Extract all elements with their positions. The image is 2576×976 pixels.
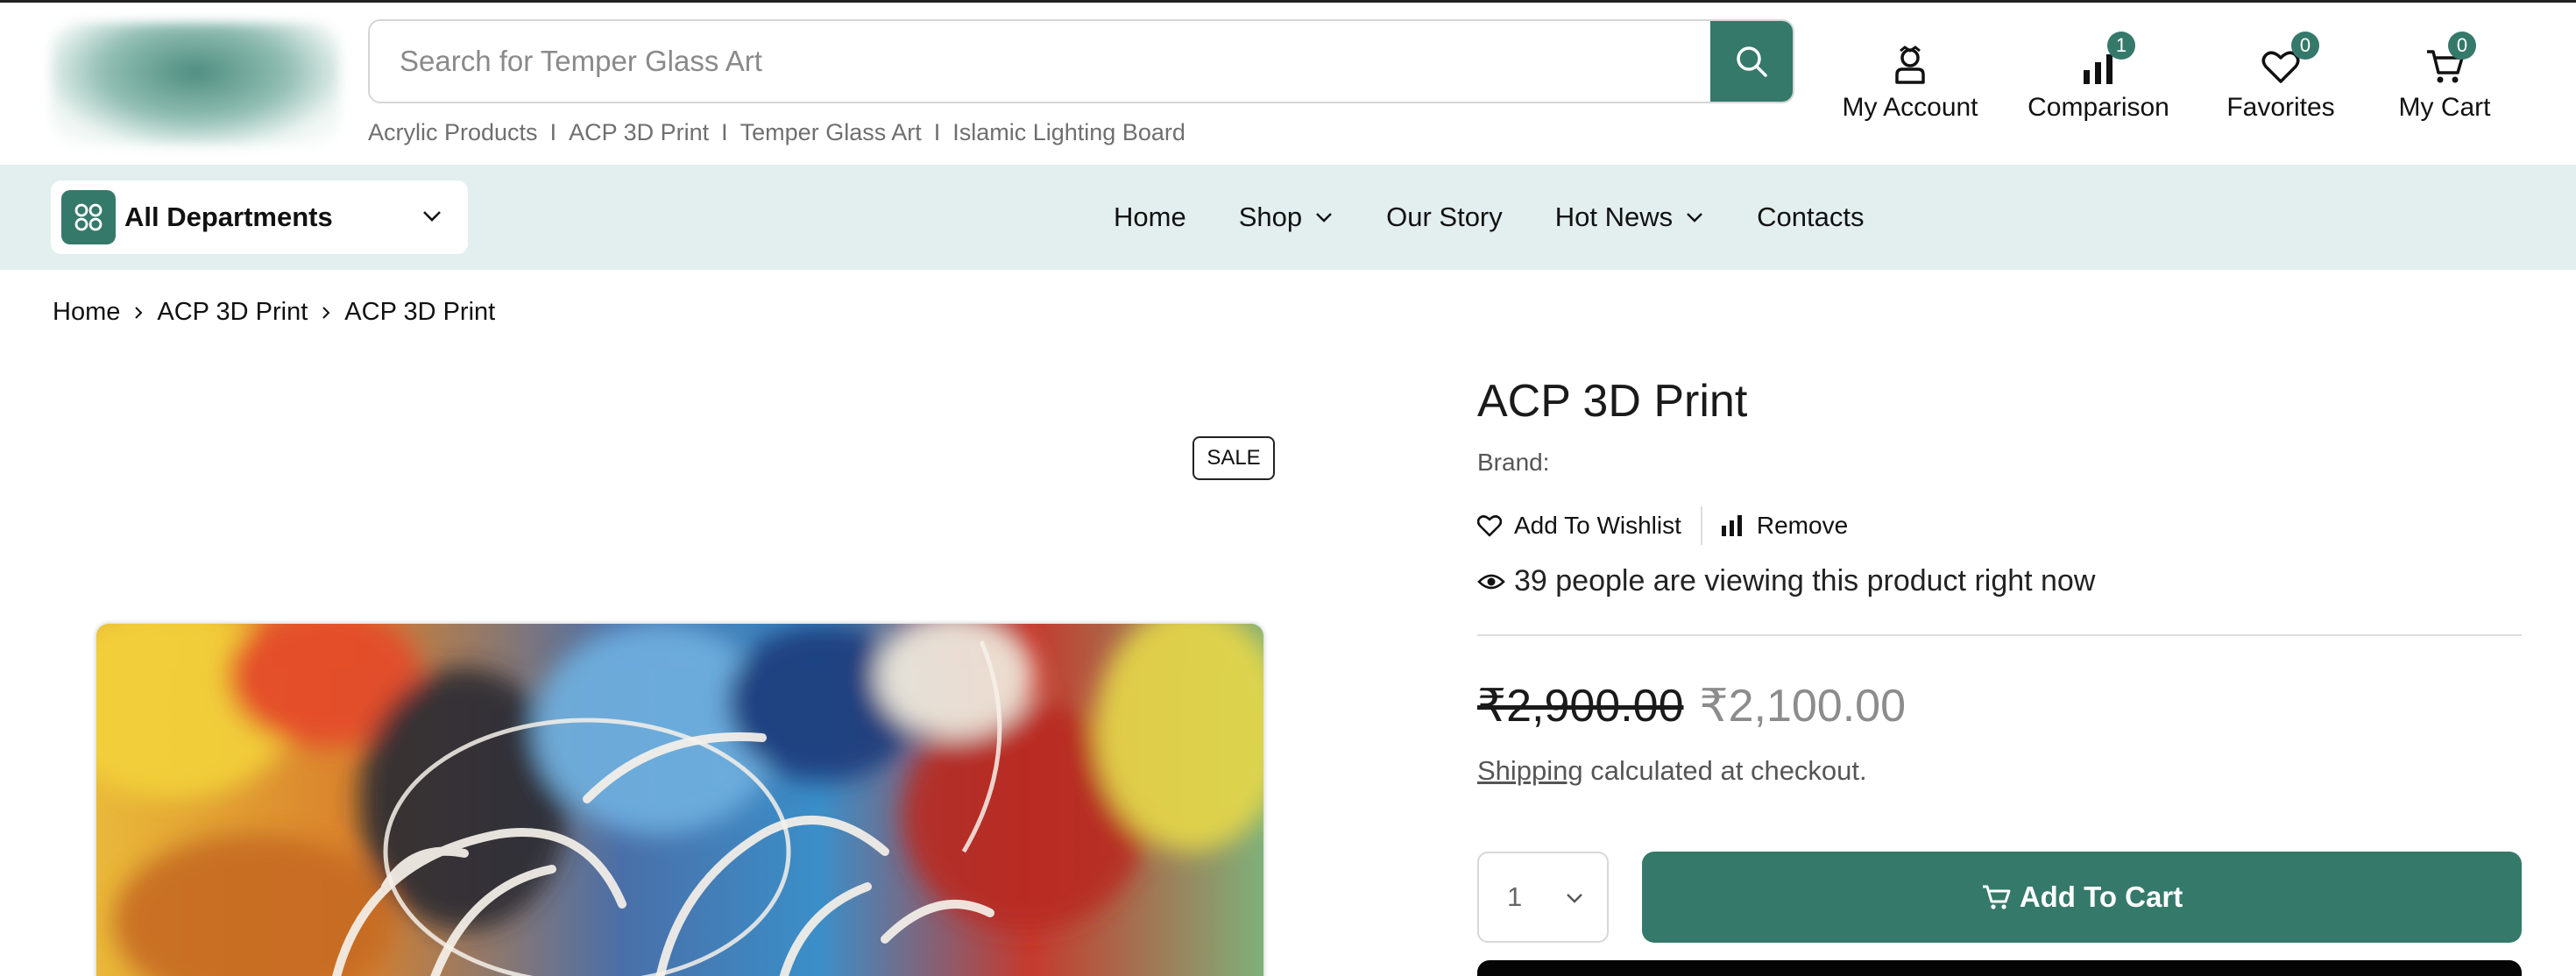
add-to-cart-button[interactable]: Add To Cart xyxy=(1642,852,2522,943)
search-icon xyxy=(1737,46,1767,77)
nav-hot-news[interactable]: Hot News xyxy=(1555,202,1704,233)
brand-label: Brand: xyxy=(1477,449,1550,476)
add-to-cart-label: Add To Cart xyxy=(2019,881,2183,913)
chevron-right-icon xyxy=(322,306,330,319)
departments-grid-icon xyxy=(61,190,116,244)
shipping-link[interactable]: Shipping xyxy=(1477,755,1583,786)
search-bar xyxy=(368,19,1794,103)
my-cart-button[interactable]: 0 My Cart xyxy=(2385,32,2504,123)
cart-count-badge: 0 xyxy=(2448,32,2476,60)
all-departments-label: All Departments xyxy=(124,202,333,232)
quick-link[interactable]: Acrylic Products xyxy=(368,119,538,146)
main-navigation: All Departments Home Shop Our Story Hot … xyxy=(0,165,2576,270)
breadcrumb-category[interactable]: ACP 3D Print xyxy=(157,298,308,327)
nav-home[interactable]: Home xyxy=(1114,202,1186,233)
my-account-label: My Account xyxy=(1842,93,1978,122)
quantity-value: 1 xyxy=(1507,881,1523,912)
sale-price: ₹2,100.00 xyxy=(1699,681,1907,732)
product-title: ACP 3D Print xyxy=(1477,376,1748,427)
search-button[interactable] xyxy=(1710,21,1793,102)
breadcrumb-home[interactable]: Home xyxy=(53,298,120,327)
user-icon xyxy=(1895,46,1925,84)
nav-our-story[interactable]: Our Story xyxy=(1386,202,1503,233)
quick-link[interactable]: Islamic Lighting Board xyxy=(952,119,1185,146)
cart-icon xyxy=(1982,885,2011,909)
search-input[interactable] xyxy=(370,21,1714,102)
all-departments-dropdown[interactable]: All Departments xyxy=(51,180,468,254)
actions-divider xyxy=(1700,506,1702,545)
comparison-count-badge: 1 xyxy=(2107,32,2135,60)
top-border xyxy=(0,0,2576,3)
favorites-button[interactable]: 0 Favorites xyxy=(2219,32,2342,123)
chevron-down-icon xyxy=(423,211,441,222)
eye-icon xyxy=(1477,574,1505,589)
shipping-text: calculated at checkout. xyxy=(1590,755,1867,786)
remove-comparison-button[interactable]: Remove xyxy=(1720,512,1848,540)
viewing-text: 39 people are viewing this product right… xyxy=(1514,564,2096,598)
compare-at-price: ₹2,900.00 xyxy=(1477,681,1684,732)
shipping-note: Shipping calculated at checkout. xyxy=(1477,755,1867,787)
heart-icon xyxy=(1477,515,1502,537)
product-image[interactable] xyxy=(96,624,1263,976)
chevron-down-icon xyxy=(1567,894,1582,903)
live-viewers: 39 people are viewing this product right… xyxy=(1477,564,2095,598)
comparison-label: Comparison xyxy=(2028,93,2169,122)
product-actions: Add To Wishlist Remove xyxy=(1477,506,1848,545)
quick-link-separator: I xyxy=(721,118,728,145)
quick-link-separator: I xyxy=(549,118,557,145)
bar-chart-icon xyxy=(2084,54,2112,84)
breadcrumb: Home ACP 3D Print ACP 3D Print xyxy=(53,298,495,327)
favorites-count-badge: 0 xyxy=(2291,32,2319,60)
quick-link-separator: I xyxy=(933,118,941,145)
quick-link[interactable]: Temper Glass Art xyxy=(740,119,922,146)
chevron-down-icon xyxy=(1687,213,1702,223)
store-logo[interactable] xyxy=(51,23,340,145)
nav-shop[interactable]: Shop xyxy=(1239,202,1334,233)
comparison-button[interactable]: 1 Comparison xyxy=(2020,32,2177,123)
breadcrumb-current: ACP 3D Print xyxy=(344,298,496,326)
quantity-select[interactable]: 1 xyxy=(1477,852,1609,943)
chevron-down-icon xyxy=(1316,213,1332,223)
sale-badge: SALE xyxy=(1192,436,1275,480)
price: ₹2,900.00 ₹2,100.00 xyxy=(1477,680,1906,732)
add-to-wishlist-button[interactable]: Add To Wishlist xyxy=(1477,512,1681,540)
nav-contacts[interactable]: Contacts xyxy=(1757,202,1864,233)
chevron-right-icon xyxy=(135,306,143,319)
add-to-wishlist-label: Add To Wishlist xyxy=(1514,512,1681,539)
remove-label: Remove xyxy=(1756,512,1849,539)
buy-now-button[interactable] xyxy=(1477,960,2522,976)
my-cart-label: My Cart xyxy=(2398,93,2491,122)
nav-links: Home Shop Our Story Hot News Contacts xyxy=(1114,165,1916,270)
divider xyxy=(1477,634,2522,636)
favorites-label: Favorites xyxy=(2226,93,2335,122)
bar-chart-icon xyxy=(1721,515,1742,536)
my-account-button[interactable]: My Account xyxy=(1840,35,1980,123)
quick-link[interactable]: ACP 3D Print xyxy=(569,119,709,146)
popular-searches: Acrylic Products I ACP 3D Print I Temper… xyxy=(368,117,1185,147)
